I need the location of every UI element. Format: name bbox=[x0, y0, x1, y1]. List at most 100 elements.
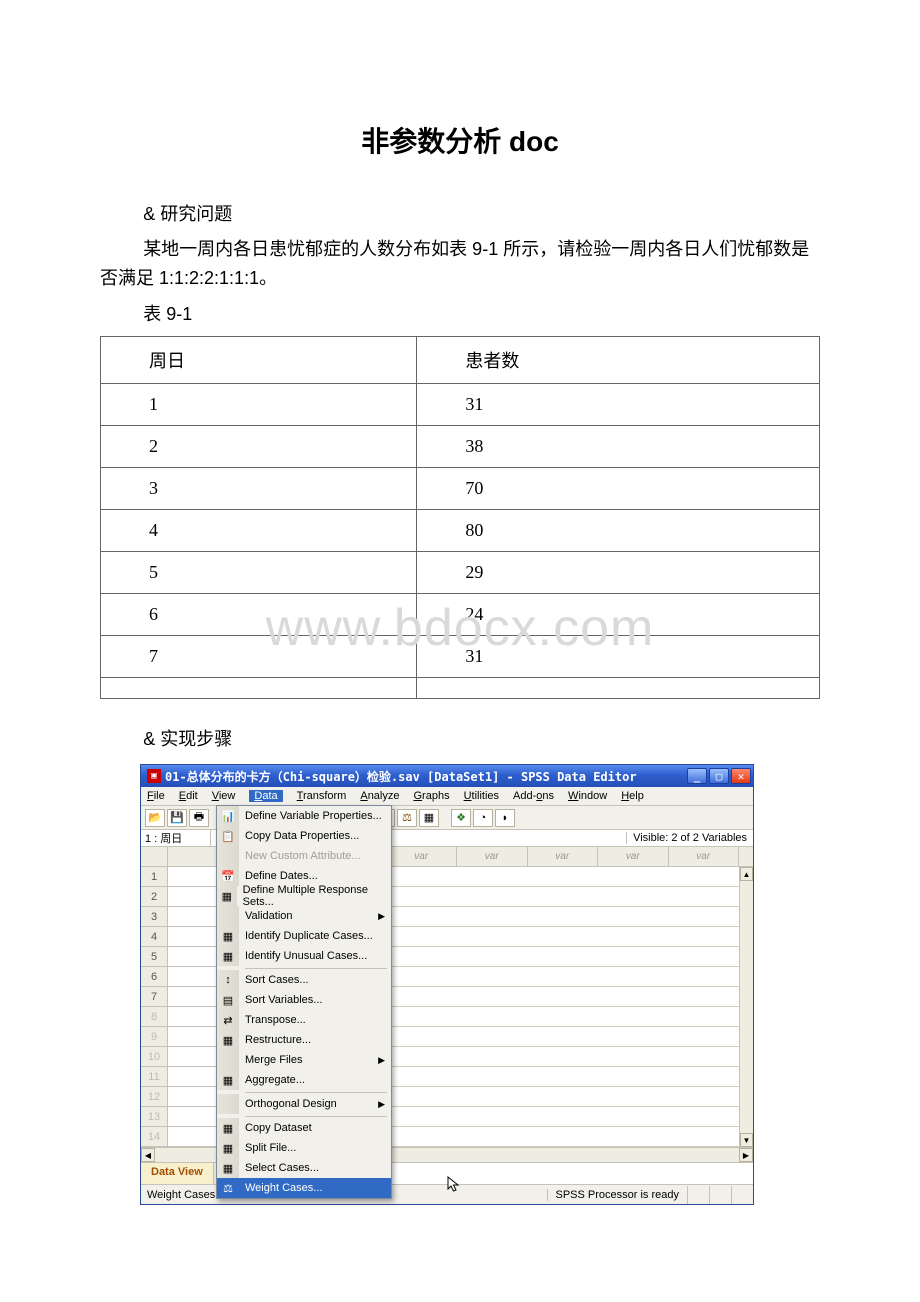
menu-item-sort-cases[interactable]: ↕Sort Cases... bbox=[217, 970, 391, 990]
menu-item-sort-vars[interactable]: ▤ Sort Variables... bbox=[217, 990, 391, 1010]
section-heading-steps: & 实现步骤 bbox=[100, 725, 820, 754]
table-row: 624 bbox=[101, 594, 820, 636]
col-header-count: 患者数 bbox=[417, 337, 820, 384]
var-header[interactable]: var bbox=[457, 847, 528, 867]
menu-view[interactable]: View bbox=[212, 790, 236, 802]
menu-data[interactable]: Data bbox=[249, 790, 282, 802]
table-row: 131 bbox=[101, 384, 820, 426]
table-row: 480 bbox=[101, 510, 820, 552]
scroll-right-icon[interactable]: ▶ bbox=[739, 1148, 753, 1162]
menu-window[interactable]: Window bbox=[568, 790, 607, 802]
validation-icon bbox=[217, 906, 239, 926]
scroll-left-icon[interactable]: ◀ bbox=[141, 1148, 155, 1162]
print-icon[interactable]: 🖶 bbox=[189, 809, 209, 827]
menu-analyze[interactable]: Analyze bbox=[360, 790, 399, 802]
variables-icon[interactable]: ⚖ bbox=[397, 809, 417, 827]
menu-item-restructure[interactable]: ▦Restructure... bbox=[217, 1030, 391, 1050]
menu-item-merge[interactable]: Merge Files ▶ bbox=[217, 1050, 391, 1070]
table-row: 731 bbox=[101, 636, 820, 678]
status-box bbox=[731, 1186, 753, 1204]
id-dup-icon: ▦ bbox=[217, 926, 239, 946]
window-title: 01-总体分布的卡方（Chi-square）检验.sav [DataSet1] … bbox=[165, 768, 685, 785]
menu-utilities[interactable]: Utilities bbox=[464, 790, 499, 802]
table-label: 表 9-1 bbox=[100, 300, 820, 326]
tab-data-view[interactable]: Data View bbox=[141, 1163, 214, 1184]
menu-item-transpose[interactable]: ⇄ Transpose... bbox=[217, 1010, 391, 1030]
menu-separator bbox=[217, 966, 391, 970]
data-table: 周日 患者数 131 238 370 480 529 624 731 bbox=[100, 336, 820, 699]
spss-app-icon: ▣ bbox=[147, 769, 161, 783]
menu-item-define-mrs[interactable]: ▦Define Multiple Response Sets... bbox=[217, 886, 391, 906]
var-header[interactable]: var bbox=[387, 847, 458, 867]
maximize-button[interactable]: ▢ bbox=[709, 768, 729, 784]
var-header[interactable]: var bbox=[598, 847, 669, 867]
table-row: 238 bbox=[101, 426, 820, 468]
submenu-arrow-icon: ▶ bbox=[378, 911, 385, 922]
menu-item-split-file[interactable]: ▦ Split File... bbox=[217, 1138, 391, 1158]
menu-item-define-var-props[interactable]: 📊 Define Variable Properties... bbox=[217, 806, 391, 826]
menu-item-ortho[interactable]: Orthogonal Design▶ bbox=[217, 1094, 391, 1114]
menu-item-copy-data-props[interactable]: 📋Copy Data Properties... bbox=[217, 826, 391, 846]
table-header-row: 周日 患者数 bbox=[101, 337, 820, 384]
menubar: File Edit View Data Transform Analyze Gr… bbox=[141, 787, 753, 805]
menu-item-validation[interactable]: Validation ▶ bbox=[217, 906, 391, 926]
corner-cell bbox=[141, 847, 168, 867]
close-button[interactable]: ✕ bbox=[731, 768, 751, 784]
split-file-icon: ▦ bbox=[217, 1138, 239, 1158]
menu-item-new-custom-attr: New Custom Attribute... bbox=[217, 846, 391, 866]
menu-graphs[interactable]: Graphs bbox=[413, 790, 449, 802]
menu-item-id-unusual[interactable]: ▦Identify Unusual Cases... bbox=[217, 946, 391, 966]
menu-item-label: Identify Duplicate Cases... bbox=[245, 930, 373, 942]
var-header[interactable]: var bbox=[528, 847, 599, 867]
menu-item-label: Sort Variables... bbox=[245, 994, 322, 1006]
menu-item-label: Validation bbox=[245, 910, 293, 922]
menu-item-label: Orthogonal Design bbox=[245, 1098, 337, 1110]
scroll-down-icon[interactable]: ▼ bbox=[740, 1133, 753, 1147]
show-all-icon[interactable]: ◗ bbox=[495, 809, 515, 827]
data-menu-dropdown: 📊Define Variable Properties...📋Copy Data… bbox=[216, 805, 392, 1199]
menu-item-select-cases[interactable]: ▦Select Cases... bbox=[217, 1158, 391, 1178]
window-titlebar[interactable]: ▣ 01-总体分布的卡方（Chi-square）检验.sav [DataSet1… bbox=[141, 765, 753, 787]
minimize-button[interactable]: _ bbox=[687, 768, 707, 784]
menu-item-label: Define Variable Properties... bbox=[245, 810, 382, 822]
menu-item-define-dates[interactable]: 📅Define Dates... bbox=[217, 866, 391, 886]
menu-addons[interactable]: Add-ons bbox=[513, 790, 554, 802]
menu-item-copy-dataset[interactable]: ▦ Copy Dataset bbox=[217, 1118, 391, 1138]
menu-help[interactable]: Help bbox=[621, 790, 644, 802]
menu-transform[interactable]: Transform bbox=[297, 790, 347, 802]
scroll-up-icon[interactable]: ▲ bbox=[740, 867, 753, 881]
menu-item-label: Aggregate... bbox=[245, 1074, 305, 1086]
table-row bbox=[101, 678, 820, 699]
submenu-arrow-icon: ▶ bbox=[378, 1055, 385, 1066]
use-sets-icon[interactable]: ◔ bbox=[473, 809, 493, 827]
menu-separator bbox=[217, 1090, 391, 1094]
define-var-props-icon: 📊 bbox=[217, 806, 239, 826]
menu-item-label: Split File... bbox=[245, 1142, 296, 1154]
menu-item-label: Weight Cases... bbox=[245, 1182, 322, 1194]
menu-item-label: Copy Dataset bbox=[245, 1122, 312, 1134]
copy-dataset-icon: ▦ bbox=[217, 1118, 239, 1138]
menu-item-weight-cases[interactable]: ⚖Weight Cases... bbox=[217, 1178, 391, 1198]
menu-item-label: Select Cases... bbox=[245, 1162, 319, 1174]
transpose-icon: ⇄ bbox=[217, 1010, 239, 1030]
id-unusual-icon: ▦ bbox=[217, 946, 239, 966]
menu-item-aggregate[interactable]: ▦ Aggregate... bbox=[217, 1070, 391, 1090]
find-icon[interactable]: ▦ bbox=[419, 809, 439, 827]
open-icon[interactable]: 📂 bbox=[145, 809, 165, 827]
menu-file[interactable]: File bbox=[147, 790, 165, 802]
sort-vars-icon: ▤ bbox=[217, 990, 239, 1010]
aggregate-icon: ▦ bbox=[217, 1070, 239, 1090]
vertical-scrollbar[interactable]: ▲ ▼ bbox=[739, 867, 753, 1147]
menu-item-label: Define Dates... bbox=[245, 870, 318, 882]
section-heading-research: & 研究问题 bbox=[100, 200, 820, 229]
visible-vars-label: Visible: 2 of 2 Variables bbox=[626, 832, 753, 844]
menu-edit[interactable]: Edit bbox=[179, 790, 198, 802]
menu-item-id-dup[interactable]: ▦ Identify Duplicate Cases... bbox=[217, 926, 391, 946]
menu-item-label: Merge Files bbox=[245, 1054, 302, 1066]
menu-item-label: Transpose... bbox=[245, 1014, 306, 1026]
value-labels-icon[interactable]: ❖ bbox=[451, 809, 471, 827]
copy-data-props-icon: 📋 bbox=[217, 826, 239, 846]
save-icon[interactable]: 💾 bbox=[167, 809, 187, 827]
var-header[interactable]: var bbox=[669, 847, 740, 867]
page-title: 非参数分析 doc bbox=[100, 120, 820, 160]
